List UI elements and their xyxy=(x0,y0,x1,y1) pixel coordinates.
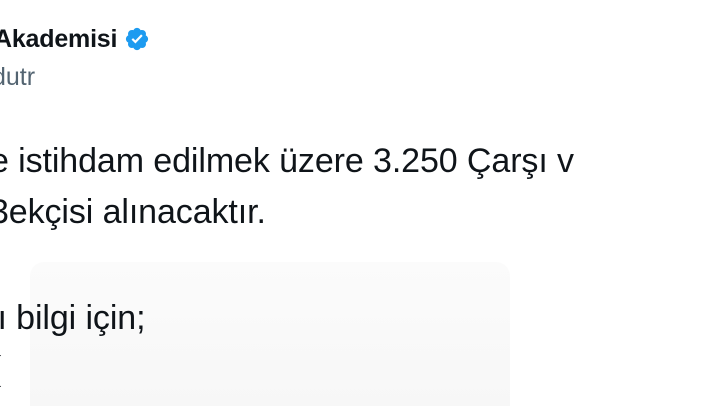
author-name-row[interactable]: Akademisi xyxy=(0,24,150,54)
tweet-card[interactable]: Akademisi dutr e istihdam edilmek üzere … xyxy=(0,0,720,406)
tweet-text-line-3: lı bilgi için; xyxy=(0,299,146,337)
tweet-text-line-2: 3ekçisi alınacaktır. xyxy=(0,193,266,231)
verified-badge-icon xyxy=(126,27,149,51)
tweet-text-line-1: e istihdam edilmek üzere 3.250 Çarşı v xyxy=(0,142,574,180)
author-handle[interactable]: dutr xyxy=(0,62,35,92)
author-name[interactable]: Akademisi xyxy=(0,24,117,54)
tweet-text-line-4: ( xyxy=(0,348,1,390)
